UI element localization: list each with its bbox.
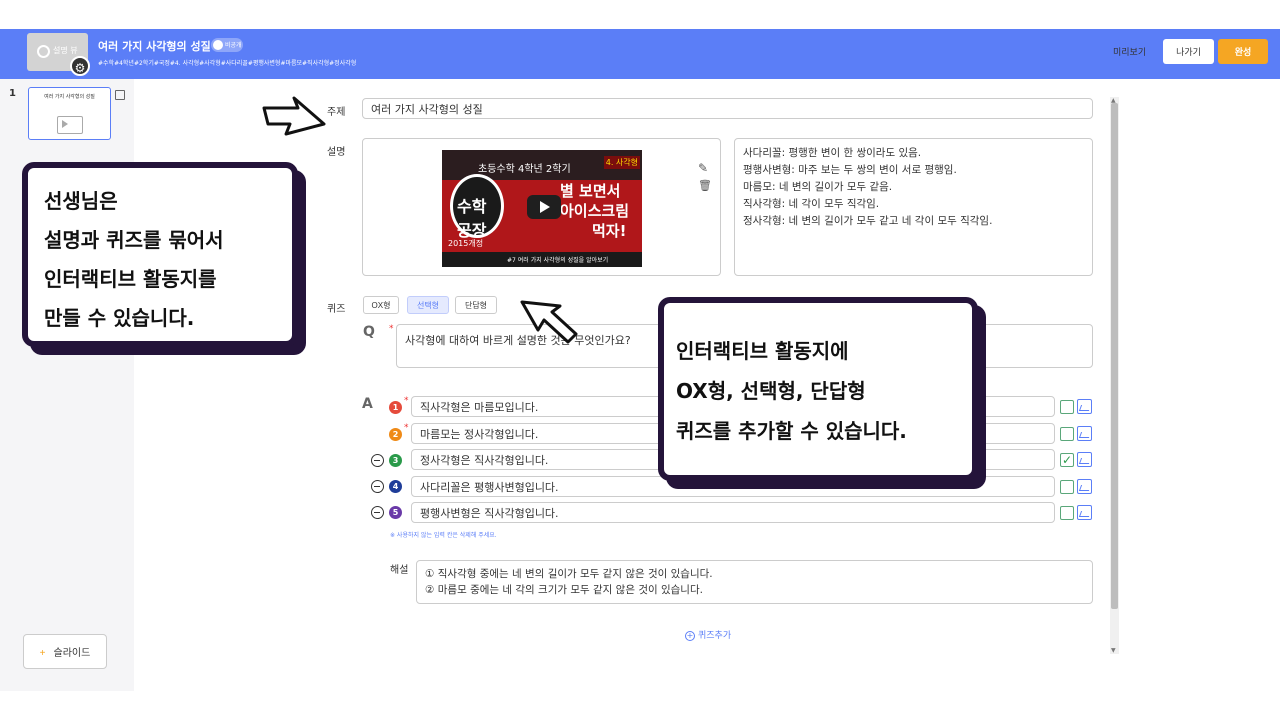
video-right1: 별 보면서 bbox=[560, 182, 621, 200]
toggle-knob bbox=[213, 40, 223, 50]
image-icon[interactable] bbox=[1077, 399, 1092, 414]
quiz-label: 퀴즈 bbox=[327, 304, 346, 315]
answer-number-3: 3 bbox=[389, 454, 402, 467]
video-right3: 먹자! bbox=[592, 222, 627, 240]
thumbnail-logo-icon bbox=[37, 45, 50, 58]
teacher-callout: 선생님은 설명과 퀴즈를 묶어서 인터랙티브 활동지를 만들 수 있습니다. bbox=[22, 162, 298, 347]
remove-answer-icon[interactable] bbox=[371, 506, 384, 519]
app-header: 설명 뷰 ⚙ 여러 가지 사각형의 성질 비공개 #수학#4학년#2학기#국정#… bbox=[0, 29, 1280, 79]
remove-answer-icon[interactable] bbox=[371, 454, 384, 467]
callout-line: OX형, 선택형, 단답형 bbox=[676, 379, 866, 403]
correct-checkbox-3[interactable]: ✓ bbox=[1060, 453, 1074, 467]
callout-line: 인터랙티브 활동지에 bbox=[676, 339, 849, 363]
done-button[interactable]: 완성 bbox=[1218, 39, 1268, 64]
video-right2: 아이스크림 bbox=[560, 202, 630, 220]
question-marker: Q bbox=[363, 324, 375, 340]
add-slide-button[interactable]: + 슬라이드 bbox=[23, 634, 107, 669]
pointer-arrow-icon bbox=[262, 96, 326, 136]
video-slide-icon bbox=[57, 116, 83, 134]
video-thumbnail[interactable]: 초등수학 4학년 2학기 4. 사각형 수학공장 별 보면서 아이스크림 먹자!… bbox=[442, 150, 642, 267]
add-quiz-button[interactable]: + 퀴즈추가 bbox=[685, 628, 731, 641]
correct-checkbox-4[interactable] bbox=[1060, 480, 1074, 494]
add-quiz-label: 퀴즈추가 bbox=[698, 631, 732, 641]
subject-label: 주제 bbox=[327, 107, 346, 118]
video-year: 2015개정 bbox=[448, 239, 484, 248]
plus-circle-icon: + bbox=[685, 631, 695, 641]
pencil-icon[interactable]: ✎ bbox=[698, 161, 708, 175]
video-line1: 초등수학 4학년 2학기 bbox=[478, 164, 571, 175]
copy-slide-icon[interactable] bbox=[115, 90, 125, 100]
callout-line: 인터랙티브 활동지를 bbox=[44, 267, 217, 291]
remove-answer-icon[interactable] bbox=[371, 480, 384, 493]
quiz-type-choice[interactable]: 선택형 bbox=[407, 296, 449, 314]
add-slide-label: 슬라이드 bbox=[53, 648, 91, 659]
description-line: 평행사변형: 마주 보는 두 쌍의 변이 서로 평행임. bbox=[743, 164, 957, 176]
plus-icon: + bbox=[39, 648, 46, 659]
scroll-down-icon[interactable]: ▼ bbox=[1111, 647, 1116, 654]
description-line: 정사각형: 네 변의 길이가 모두 같고 네 각이 모두 직각임. bbox=[743, 215, 993, 227]
correct-checkbox-2[interactable] bbox=[1060, 427, 1074, 441]
quiz-type-short[interactable]: 단답형 bbox=[455, 296, 497, 314]
answer-number-4: 4 bbox=[389, 480, 402, 493]
video-logo-text: 수학공장 bbox=[457, 197, 487, 240]
scroll-thumb[interactable] bbox=[1111, 103, 1118, 609]
description-label: 설명 bbox=[327, 147, 346, 158]
answer-number-1: 1 bbox=[389, 401, 402, 414]
trash-icon[interactable]: 🗑 bbox=[698, 179, 712, 192]
description-textarea[interactable]: 사다리꼴: 평행한 변이 한 쌍이라도 있음. 평행사변형: 마주 보는 두 쌍… bbox=[734, 138, 1093, 276]
explanation-line: ① 직사각형 중에는 네 변의 길이가 모두 같지 않은 것이 있습니다. bbox=[425, 568, 713, 580]
preview-link[interactable]: 미리보기 bbox=[1113, 45, 1146, 58]
slide-number: 1 bbox=[9, 88, 16, 99]
video-bottom-text: #7 여러 가지 사각형의 성질을 알아보기 bbox=[507, 257, 609, 264]
description-line: 마름모: 네 변의 길이가 모두 같음. bbox=[743, 181, 893, 193]
required-mark: * bbox=[404, 423, 409, 433]
thumbnail-label: 설명 뷰 bbox=[53, 46, 78, 55]
subject-input[interactable]: 여러 가지 사각형의 성질 bbox=[362, 98, 1093, 119]
lesson-tags: #수학#4학년#2학기#국정#4. 사각형#사각형#사다리꼴#평행사변형#마름모… bbox=[98, 60, 357, 67]
video-logo: 수학공장 bbox=[450, 174, 504, 240]
callout-line: 선생님은 bbox=[44, 189, 118, 213]
lesson-title[interactable]: 여러 가지 사각형의 성질 bbox=[98, 38, 211, 54]
image-icon[interactable] bbox=[1077, 426, 1092, 441]
slide-thumbnail[interactable]: 여러 가지 사각형의 성질 bbox=[28, 87, 111, 140]
image-icon[interactable] bbox=[1077, 452, 1092, 467]
image-icon[interactable] bbox=[1077, 479, 1092, 494]
required-mark: * bbox=[404, 396, 409, 406]
description-line: 사다리꼴: 평행한 변이 한 쌍이라도 있음. bbox=[743, 147, 922, 159]
answer-number-5: 5 bbox=[389, 506, 402, 519]
correct-checkbox-5[interactable] bbox=[1060, 506, 1074, 520]
callout-line: 만들 수 있습니다. bbox=[44, 306, 195, 330]
slide-thumbnail-title: 여러 가지 사각형의 성질 bbox=[44, 94, 95, 100]
video-badge: 4. 사각형 bbox=[603, 156, 640, 169]
callout-line: 퀴즈를 추가할 수 있습니다. bbox=[676, 419, 907, 443]
quiz-type-ox[interactable]: OX형 bbox=[363, 296, 399, 314]
explanation-label: 해설 bbox=[390, 565, 409, 576]
description-media-box: 초등수학 4학년 2학기 4. 사각형 수학공장 별 보면서 아이스크림 먹자!… bbox=[362, 138, 721, 276]
callout-line: 설명과 퀴즈를 묶어서 bbox=[44, 228, 224, 252]
play-icon[interactable] bbox=[527, 195, 561, 219]
answer-marker: A bbox=[362, 396, 373, 412]
explanation-line: ② 마름모 중에는 네 각의 크기가 모두 같지 않은 것이 있습니다. bbox=[425, 584, 703, 596]
gear-icon[interactable]: ⚙ bbox=[70, 56, 90, 76]
image-icon[interactable] bbox=[1077, 505, 1092, 520]
description-line: 직사각형: 네 각이 모두 직각임. bbox=[743, 198, 880, 210]
required-mark: * bbox=[389, 324, 394, 334]
editor-scrollbar[interactable]: ▲ ▼ bbox=[1110, 97, 1119, 654]
answer-input-5[interactable]: 평행사변형은 직사각형입니다. bbox=[411, 502, 1055, 523]
answer-number-2: 2 bbox=[389, 428, 402, 441]
exit-button[interactable]: 나가기 bbox=[1163, 39, 1214, 64]
pointer-arrow-icon bbox=[520, 300, 578, 344]
correct-checkbox-1[interactable] bbox=[1060, 400, 1074, 414]
visibility-label: 비공개 bbox=[225, 42, 242, 49]
visibility-toggle[interactable]: 비공개 bbox=[211, 38, 243, 52]
explanation-textarea[interactable]: ① 직사각형 중에는 네 변의 길이가 모두 같지 않은 것이 있습니다. ② … bbox=[416, 560, 1093, 604]
quiz-callout: 인터랙티브 활동지에 OX형, 선택형, 단답형 퀴즈를 추가할 수 있습니다. bbox=[658, 297, 978, 481]
answer-note: ※ 사용하지 않는 입력 칸은 삭제해 주세요. bbox=[390, 532, 497, 539]
